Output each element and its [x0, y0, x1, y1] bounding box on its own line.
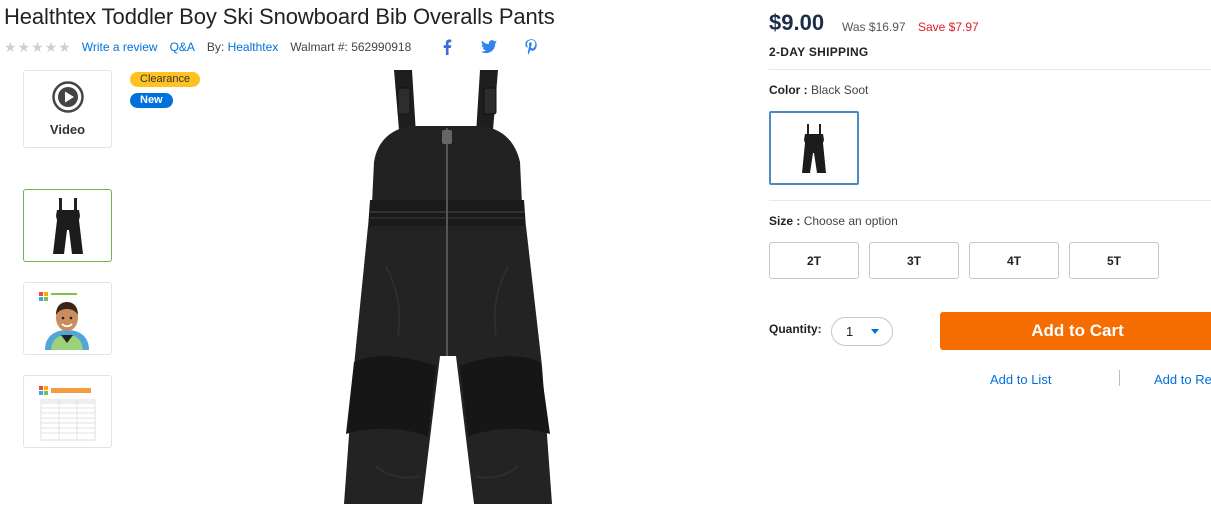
savings-amount: Save $7.97 — [918, 20, 979, 34]
add-to-list-link[interactable]: Add to List — [990, 372, 1051, 387]
size-label: Size : — [769, 214, 801, 228]
color-label-row: Color : Black Soot — [769, 83, 868, 97]
current-price: $9.00 — [769, 10, 825, 35]
add-to-cart-button[interactable]: Add to Cart — [940, 312, 1211, 350]
video-label: Video — [49, 122, 86, 137]
by-label: By: — [206, 40, 225, 54]
color-label: Color : — [769, 83, 808, 97]
size-button-4t[interactable]: 4T — [969, 242, 1059, 279]
overalls-thumbnail-image — [52, 197, 83, 254]
model-photo-image — [38, 291, 89, 350]
video-thumbnail[interactable]: Video — [23, 70, 112, 148]
walmart-number-value: 562990918 — [351, 40, 412, 54]
quantity-value: 1 — [846, 324, 854, 339]
swatch-image — [802, 124, 826, 173]
divider — [769, 69, 1211, 70]
walmart-number: Walmart #: 562990918 — [290, 40, 411, 54]
shipping-label: 2-DAY SHIPPING — [769, 45, 869, 59]
color-swatch-black-soot[interactable] — [769, 111, 859, 185]
twitter-icon[interactable] — [481, 39, 498, 55]
thumbnail-size-chart[interactable] — [23, 375, 112, 448]
chevron-down-icon — [871, 329, 879, 334]
thumbnail-model-photo[interactable] — [23, 282, 112, 355]
size-button-2t[interactable]: 2T — [769, 242, 859, 279]
social-share — [439, 39, 539, 55]
walmart-number-label: Walmart #: — [290, 40, 348, 54]
quantity-label: Quantity: — [769, 322, 822, 336]
write-review-link[interactable]: Write a review — [82, 40, 158, 54]
brand-link[interactable]: Healthtex — [228, 40, 279, 54]
size-chart-image — [38, 385, 95, 440]
link-separator — [1119, 370, 1120, 386]
facebook-icon[interactable] — [439, 39, 455, 55]
divider — [769, 200, 1211, 201]
main-product-image[interactable] — [316, 66, 588, 526]
size-button-3t[interactable]: 3T — [869, 242, 959, 279]
clearance-badge: Clearance — [130, 72, 201, 87]
quantity-select[interactable]: 1 — [831, 317, 893, 346]
play-icon — [51, 81, 84, 118]
pinterest-icon[interactable] — [523, 39, 539, 55]
size-label-row: Size : Choose an option — [769, 214, 898, 228]
size-button-5t[interactable]: 5T — [1069, 242, 1159, 279]
new-badge: New — [130, 93, 173, 108]
color-value: Black Soot — [811, 83, 869, 97]
product-meta-row: ★★★★★ Write a review Q&A By: Healthtex W… — [4, 38, 539, 56]
rating-stars[interactable]: ★★★★★ — [4, 39, 72, 56]
bib-overalls-image — [344, 70, 552, 504]
was-price: Was $16.97 — [842, 20, 906, 34]
brand-byline: By: Healthtex — [207, 40, 278, 54]
product-title: Healthtex Toddler Boy Ski Snowboard Bib … — [4, 4, 555, 29]
size-prompt: Choose an option — [803, 214, 898, 228]
add-to-registry-link[interactable]: Add to Re — [1154, 372, 1211, 387]
qa-link[interactable]: Q&A — [170, 40, 195, 54]
thumbnail-product-front[interactable] — [23, 189, 112, 262]
